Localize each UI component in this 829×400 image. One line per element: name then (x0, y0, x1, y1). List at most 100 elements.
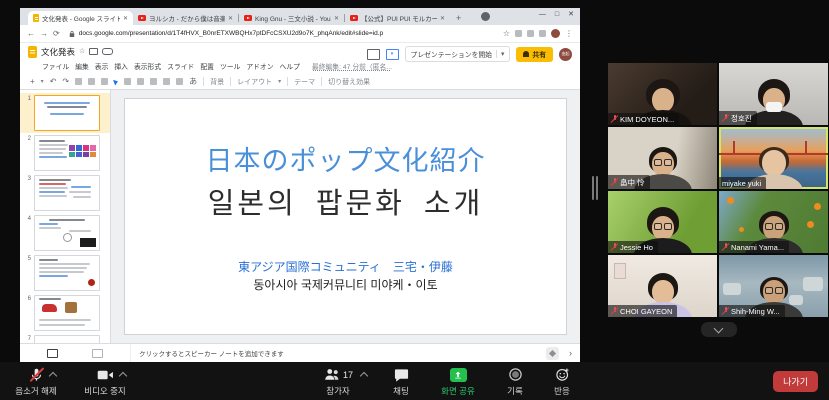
account-avatar[interactable]: 由起 (559, 48, 572, 61)
slide-thumbnail-2[interactable]: 2 (20, 133, 110, 173)
insert-shape-icon[interactable] (150, 78, 157, 85)
stop-video-button[interactable]: 비디오 중지 (74, 366, 136, 397)
tab-close-icon[interactable]: ✕ (228, 15, 233, 22)
slide-thumbnail-7[interactable]: 7 (20, 333, 110, 343)
present-on-display-icon[interactable] (367, 49, 380, 60)
chat-button[interactable]: 채팅 (384, 366, 418, 397)
insert-comment-icon[interactable] (176, 78, 183, 85)
text-box-icon[interactable] (124, 78, 131, 85)
insert-image-icon[interactable] (137, 78, 144, 85)
tab-close-icon[interactable]: ✕ (123, 15, 128, 22)
tab-youtube-2[interactable]: King Gnu - 三文小説 - YouTube ✕ (239, 11, 344, 25)
tab-close-icon[interactable]: ✕ (334, 15, 339, 22)
slide-title-japanese[interactable]: 日本のポップ文化紹介 (125, 139, 566, 178)
slide-thumbnail-1[interactable]: 1 (20, 93, 110, 133)
last-edited-link[interactable]: 最終編集: 47 分前（匿名... (312, 61, 392, 71)
leave-meeting-button[interactable]: 나가기 (773, 371, 818, 392)
participants-chevron-icon[interactable] (360, 372, 368, 380)
new-slide-caret-icon[interactable]: ▾ (41, 78, 44, 85)
slide-title-korean[interactable]: 일본의 팝문화 소개 (125, 180, 566, 222)
share-screen-button[interactable]: 화면 공유 (434, 366, 482, 397)
extension-icon[interactable] (515, 30, 522, 37)
menu-format[interactable]: 表示形式 (134, 61, 161, 71)
slide-thumbnail-6[interactable]: 6 (20, 293, 110, 333)
slide-thumbnail-3[interactable]: 3 (20, 173, 110, 213)
start-presentation-button[interactable]: プレゼンテーションを開始 ▾ (405, 46, 511, 62)
menu-slide[interactable]: スライド (167, 61, 194, 71)
menu-file[interactable]: ファイル (42, 61, 69, 71)
browser-profile-avatar[interactable] (551, 29, 560, 38)
menu-arrange[interactable]: 配置 (200, 61, 214, 71)
video-tile[interactable]: 정호진 (719, 63, 828, 125)
tab-slides[interactable]: 文化発表 - Google スライド ✕ (28, 11, 133, 25)
browser-menu-icon[interactable]: ⋮ (565, 30, 573, 38)
share-button[interactable]: 共有 (516, 47, 553, 62)
text-tool-icon[interactable]: あ (189, 78, 197, 86)
slide-subtitle-korean[interactable]: 동아시아 국제커뮤니티 미야케・이토 (125, 276, 566, 293)
redo-icon[interactable]: ↷ (62, 78, 69, 86)
reactions-button[interactable]: 반응 (544, 366, 580, 397)
menu-edit[interactable]: 編集 (75, 61, 89, 71)
video-tile[interactable]: CHOI GAYEON (608, 255, 717, 317)
menu-help[interactable]: ヘルプ (280, 61, 300, 71)
slide-thumbnail-4[interactable]: 4 (20, 213, 110, 253)
grid-view-icon[interactable] (92, 349, 103, 358)
theme-button[interactable]: テーマ (294, 77, 315, 87)
video-tile-active-speaker[interactable]: miyake yuki (719, 127, 828, 189)
url-field[interactable]: docs.google.com/presentation/d/1T4fHVX_B… (65, 28, 498, 40)
filmstrip-view-icon[interactable] (47, 349, 58, 358)
forward-icon[interactable]: → (40, 30, 48, 38)
presentation-options-caret[interactable]: ▾ (496, 50, 504, 58)
google-slides-logo-icon[interactable] (28, 46, 37, 58)
slide-thumbnail-5[interactable]: 5 (20, 253, 110, 293)
video-tile[interactable]: KIM DOYEON... (608, 63, 717, 125)
unmute-button[interactable]: 음소거 해제 (6, 366, 66, 397)
tab-youtube-3[interactable]: 【公式】PUI PUI モルカー 第1話... ✕ (345, 11, 450, 25)
window-minimize-button[interactable]: — (539, 11, 546, 18)
explore-button[interactable] (546, 347, 559, 360)
back-icon[interactable]: ← (27, 30, 35, 38)
collapse-video-strip-button[interactable] (701, 322, 737, 337)
transition-button[interactable]: 切り替え効果 (328, 77, 370, 87)
new-tab-button[interactable]: + (456, 13, 461, 23)
reload-icon[interactable]: ⟳ (53, 30, 60, 38)
collapse-panel-chevron-icon[interactable]: › (569, 348, 572, 358)
meet-presentation-icon[interactable]: ▾ (386, 49, 399, 60)
background-button[interactable]: 背景 (210, 77, 224, 87)
panel-resize-handle[interactable] (592, 176, 598, 200)
zoom-tool-icon[interactable] (101, 78, 108, 85)
star-document-icon[interactable]: ☆ (79, 48, 85, 55)
move-folder-icon[interactable] (89, 48, 98, 55)
video-tile[interactable]: Nanami Yama... (719, 191, 828, 253)
extension-icon[interactable] (527, 30, 534, 37)
tab-search-icon[interactable] (481, 12, 490, 21)
video-tile[interactable]: Jessie Ho (608, 191, 717, 253)
menu-addons[interactable]: アドオン (246, 61, 273, 71)
menu-tools[interactable]: ツール (220, 61, 240, 71)
print-icon[interactable] (75, 78, 82, 85)
undo-icon[interactable]: ↶ (50, 78, 57, 86)
insert-line-icon[interactable] (163, 78, 170, 85)
video-tile[interactable]: 畠中 怜 (608, 127, 717, 189)
current-slide[interactable]: 日本のポップ文化紹介 일본의 팝문화 소개 東アジア国際コミュニティ 三宅・伊藤… (124, 98, 567, 335)
slide-subtitle-japanese[interactable]: 東アジア国際コミュニティ 三宅・伊藤 (125, 258, 566, 275)
layout-caret-icon[interactable]: ▾ (278, 78, 281, 85)
participants-button[interactable]: 17 참가자 (306, 366, 370, 397)
menu-insert[interactable]: 挿入 (114, 61, 128, 71)
tab-close-icon[interactable]: ✕ (440, 15, 445, 22)
speaker-notes-placeholder[interactable]: クリックするとスピーカー ノートを追加できます (131, 348, 546, 358)
bookmark-star-icon[interactable]: ☆ (503, 30, 510, 38)
audio-options-chevron-icon[interactable] (48, 372, 56, 380)
window-maximize-button[interactable]: □ (555, 11, 559, 18)
window-close-button[interactable]: ✕ (568, 10, 574, 18)
menu-view[interactable]: 表示 (95, 61, 109, 71)
record-button[interactable]: 기록 (498, 366, 532, 397)
paint-format-icon[interactable] (88, 78, 95, 85)
document-title[interactable]: 文化発表 (41, 46, 75, 58)
video-tile[interactable]: Shih-Ming W... (719, 255, 828, 317)
select-cursor-icon[interactable] (113, 78, 119, 85)
new-slide-button[interactable]: + (30, 78, 35, 86)
video-options-chevron-icon[interactable] (118, 372, 126, 380)
extension-icon[interactable] (539, 30, 546, 37)
tab-youtube-1[interactable]: ヨルシカ - だから僕は音楽を辞めた... ✕ (133, 11, 238, 25)
